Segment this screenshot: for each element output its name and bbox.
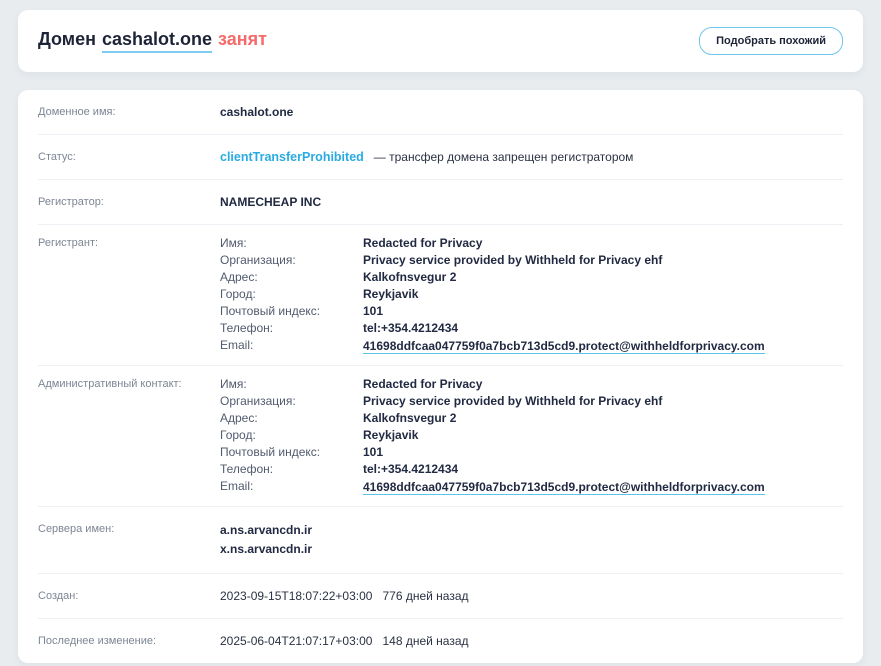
field-value: tel:+354.4212434 (363, 462, 459, 476)
field-value: tel:+354.4212434 (363, 321, 459, 335)
contact-field-address: Адрес: Kalkofnsvegur 2 (220, 410, 765, 427)
status-word: занят (218, 29, 267, 49)
field-label: Имя: (220, 377, 247, 391)
status-code-link[interactable]: clientTransferProhibited (220, 150, 364, 164)
contact-field-phone: Телефон: tel:+354.4212434 (220, 320, 765, 337)
page-title: Домен cashalot.one занят (38, 29, 267, 53)
row-last-updated: Последнее изменение: 2025-06-04T21:07:17… (38, 618, 843, 663)
field-value: Redacted for Privacy (363, 236, 483, 250)
contact-field-city: Город: Reykjavik (220, 286, 765, 303)
field-value: Privacy service provided by Withheld for… (363, 253, 663, 267)
field-label: Почтовый индекс: (220, 304, 321, 318)
contact-field-name: Имя: Redacted for Privacy (220, 376, 765, 393)
domain-name-label: Доменное имя: (38, 106, 116, 118)
admin-contact-fields: Имя: Redacted for Privacy Организация: P… (220, 376, 765, 496)
field-label: Адрес: (220, 270, 258, 284)
domain-link[interactable]: cashalot.one (102, 29, 213, 53)
contact-field-email: Email: 41698ddfcaa047759f0a7bcb713d5cd9.… (220, 337, 765, 355)
row-nameservers: Сервера имен: a.ns.arvancdn.ir x.ns.arva… (38, 506, 843, 573)
registrant-email-link[interactable]: 41698ddfcaa047759f0a7bcb713d5cd9.protect… (363, 339, 765, 354)
contact-field-phone: Телефон: tel:+354.4212434 (220, 461, 765, 478)
row-registrant: Регистрант: Имя: Redacted for Privacy Ор… (38, 224, 843, 365)
field-label: Телефон: (220, 462, 274, 476)
field-label: Город: (220, 428, 256, 442)
created-date: 2023-09-15T18:07:22+03:00 (220, 588, 373, 603)
contact-field-city: Город: Reykjavik (220, 427, 765, 444)
title-prefix: Домен (38, 29, 96, 49)
whois-page: Домен cashalot.one занят Подобрать похож… (0, 10, 881, 663)
registrar-label: Регистратор: (38, 196, 104, 208)
row-status: Статус: clientTransferProhibited — транс… (38, 134, 843, 179)
field-label: Имя: (220, 236, 247, 250)
field-value: 101 (363, 445, 384, 459)
find-similar-button[interactable]: Подобрать похожий (699, 27, 843, 55)
registrar-value: NAMECHEAP INC (220, 194, 322, 209)
field-label: Организация: (220, 253, 296, 267)
field-value: 101 (363, 304, 384, 318)
field-value: Redacted for Privacy (363, 377, 483, 391)
row-domain-name: Доменное имя: cashalot.one (38, 90, 843, 134)
contact-field-postal-code: Почтовый индекс: 101 (220, 303, 765, 320)
last-updated-ago: 148 дней назад (382, 633, 469, 648)
field-label: Почтовый индекс: (220, 445, 321, 459)
created-label: Создан: (38, 590, 79, 602)
nameserver-list: a.ns.arvancdn.ir x.ns.arvancdn.ir (220, 521, 312, 559)
row-registrar: Регистратор: NAMECHEAP INC (38, 179, 843, 224)
admin-contact-label: Административный контакт: (38, 378, 182, 390)
field-label: Организация: (220, 394, 296, 408)
field-value: Reykjavik (363, 428, 419, 442)
created-ago: 776 дней назад (382, 588, 469, 603)
status-label: Статус: (38, 151, 76, 163)
field-value: Reykjavik (363, 287, 419, 301)
field-value: Kalkofnsvegur 2 (363, 270, 457, 284)
whois-details-card: Доменное имя: cashalot.one Статус: clien… (18, 90, 863, 663)
field-label: Адрес: (220, 411, 258, 425)
last-updated-label: Последнее изменение: (38, 635, 157, 647)
contact-field-organization: Организация: Privacy service provided by… (220, 252, 765, 269)
field-label: Email: (220, 479, 254, 493)
field-value: Privacy service provided by Withheld for… (363, 394, 663, 408)
contact-field-email: Email: 41698ddfcaa047759f0a7bcb713d5cd9.… (220, 478, 765, 496)
registrant-fields: Имя: Redacted for Privacy Организация: P… (220, 235, 765, 355)
field-label: Телефон: (220, 321, 274, 335)
nameserver-item: a.ns.arvancdn.ir (220, 523, 313, 537)
contact-field-address: Адрес: Kalkofnsvegur 2 (220, 269, 765, 286)
nameservers-label: Сервера имен: (38, 523, 115, 535)
row-admin-contact: Административный контакт: Имя: Redacted … (38, 365, 843, 506)
registrant-label: Регистрант: (38, 237, 99, 249)
last-updated-date: 2025-06-04T21:07:17+03:00 (220, 633, 373, 648)
header-card: Домен cashalot.one занят Подобрать похож… (18, 10, 863, 72)
contact-field-postal-code: Почтовый индекс: 101 (220, 444, 765, 461)
row-created: Создан: 2023-09-15T18:07:22+03:00 776 дн… (38, 573, 843, 618)
status-note: — трансфер домена запрещен регистратором (373, 149, 634, 164)
field-label: Email: (220, 338, 254, 352)
nameserver-item: x.ns.arvancdn.ir (220, 542, 313, 556)
field-value: Kalkofnsvegur 2 (363, 411, 457, 425)
contact-field-organization: Организация: Privacy service provided by… (220, 393, 765, 410)
admin-contact-email-link[interactable]: 41698ddfcaa047759f0a7bcb713d5cd9.protect… (363, 480, 765, 495)
contact-field-name: Имя: Redacted for Privacy (220, 235, 765, 252)
domain-name-value: cashalot.one (220, 104, 294, 119)
field-label: Город: (220, 287, 256, 301)
